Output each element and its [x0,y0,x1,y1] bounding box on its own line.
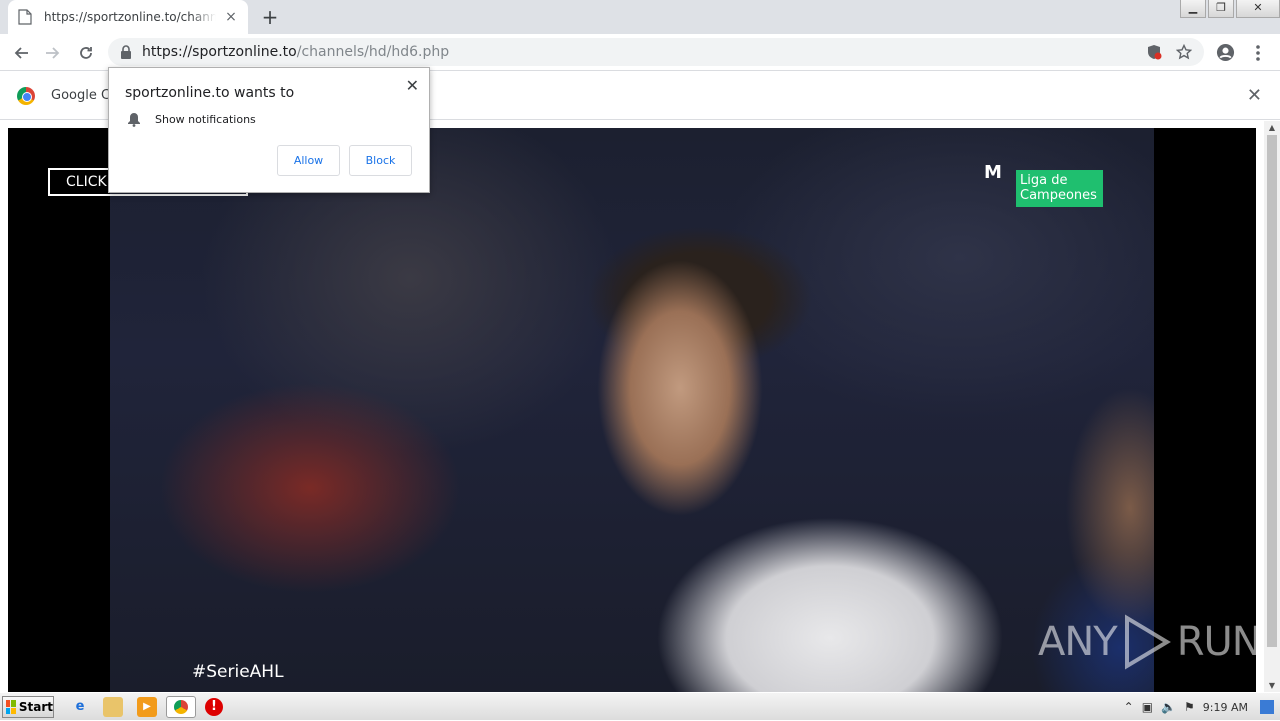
start-button[interactable]: Start [2,696,54,718]
block-button[interactable]: Block [349,145,412,176]
alert-icon[interactable]: ! [205,698,223,716]
chrome-taskbar-icon[interactable] [166,696,196,718]
video-frame [110,128,1154,692]
minimize-button[interactable]: ▁ [1180,0,1206,18]
chrome-logo-icon [17,87,35,105]
back-icon[interactable] [8,40,34,66]
start-label: Start [18,700,53,714]
bell-icon [128,113,140,127]
internet-explorer-icon[interactable]: e [70,697,90,717]
tab-strip: https://sportzonline.to/channels/hd/hd6.… [0,0,1280,34]
close-window-button[interactable]: ✕ [1236,0,1280,18]
forward-icon[interactable] [40,40,66,66]
new-tab-button[interactable]: + [258,5,282,29]
window-controls: ▁ ❐ ✕ [1178,0,1280,18]
page-scrollbar[interactable]: ▲ ▼ [1264,121,1280,692]
url-path: /channels/hd/hd6.php [296,44,450,60]
page-content: CLICK M Liga de Campeones #SerieAHL ANY … [0,121,1280,692]
file-explorer-icon[interactable] [103,697,123,717]
url-host: https://sportzonline.to [142,44,297,60]
anyrun-watermark: ANY RUN [1038,614,1256,670]
permission-text: Show notifications [155,113,256,126]
infobar-close-icon[interactable]: ✕ [1247,85,1262,106]
lock-icon[interactable] [120,45,132,59]
popup-close-icon[interactable]: ✕ [406,76,419,95]
video-player[interactable]: CLICK M Liga de Campeones #SerieAHL ANY … [8,128,1256,692]
browser-tab[interactable]: https://sportzonline.to/channels/hd/hd6.… [8,0,248,34]
address-bar[interactable]: https://sportzonline.to/channels/hd/hd6.… [108,38,1204,66]
windows-logo-icon [6,700,16,714]
notification-permission-popup: sportzonline.to wants to ✕ Show notifica… [108,67,430,193]
network-icon[interactable]: ▣ [1142,700,1153,714]
menu-kebab-icon[interactable] [1252,44,1264,62]
show-desktop-icon[interactable] [1260,700,1274,714]
popup-title: sportzonline.to wants to [125,85,295,101]
url-text: https://sportzonline.to/channels/hd/hd6.… [142,44,449,60]
media-player-icon[interactable]: ▶ [137,697,157,717]
flag-icon[interactable]: ⚑ [1184,700,1195,714]
hashtag-overlay: #SerieAHL [192,662,284,682]
tray-expand-icon[interactable]: ⌃ [1124,700,1134,714]
restore-button[interactable]: ❐ [1208,0,1234,18]
clock[interactable]: 9:19 AM [1203,701,1248,714]
reload-icon[interactable] [73,40,99,66]
scroll-down-icon[interactable]: ▼ [1264,681,1280,690]
bookmark-star-icon[interactable] [1176,44,1192,60]
tab-close-icon[interactable]: × [224,9,238,25]
play-triangle-icon [1124,614,1171,670]
watermark-left: ANY [1038,619,1118,665]
tab-title: https://sportzonline.to/channels/hd/hd6.… [44,10,216,24]
browser-toolbar: https://sportzonline.to/channels/hd/hd6.… [0,34,1280,71]
profile-icon[interactable] [1216,43,1235,62]
scrollbar-thumb[interactable] [1267,135,1277,647]
watermark-right: RUN [1176,619,1256,665]
league-badge: Liga de Campeones [1016,170,1103,207]
allow-button[interactable]: Allow [277,145,340,176]
system-tray: ⌃ ▣ 🔈 ⚑ 9:19 AM [1124,693,1280,721]
blocked-popup-icon[interactable] [1146,44,1162,60]
taskbar: Start e ▶ ! ⌃ ▣ 🔈 ⚑ 9:19 AM [0,692,1280,720]
document-icon [18,9,32,25]
volume-icon[interactable]: 🔈 [1161,700,1176,714]
scroll-up-icon[interactable]: ▲ [1264,123,1280,132]
broadcaster-logo: M [984,162,1002,183]
